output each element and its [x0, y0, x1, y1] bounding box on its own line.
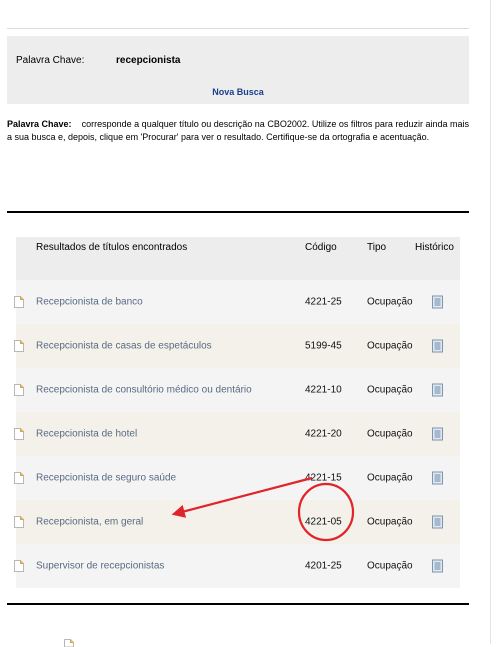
page-icon — [64, 639, 74, 647]
document-list-icon[interactable] — [432, 339, 443, 353]
page-icon — [14, 560, 24, 572]
table-row[interactable]: Recepcionista de banco 4221-25 Ocupação — [14, 280, 460, 324]
result-title-link[interactable]: Recepcionista de casas de espetáculos — [36, 341, 212, 352]
search-summary-panel: Palavra Chave: recepcionista Nova Busca — [7, 36, 469, 104]
page-icon — [14, 472, 24, 484]
help-description: corresponde a qualquer título ou descriç… — [7, 119, 469, 142]
result-code: 4221-05 — [305, 516, 342, 528]
page-icon — [14, 428, 24, 440]
result-code: 4221-10 — [305, 384, 342, 396]
document-list-icon[interactable] — [432, 515, 443, 529]
keyword-label: Palavra Chave: — [16, 55, 85, 66]
result-type: Ocupação — [367, 472, 413, 484]
result-type: Ocupação — [367, 560, 413, 572]
table-row[interactable]: Recepcionista de hotel 4221-20 Ocupação — [14, 412, 460, 456]
document-list-icon[interactable] — [432, 427, 443, 441]
table-row[interactable]: Recepcionista de casas de espetáculos 51… — [14, 324, 460, 368]
page-icon — [14, 296, 24, 308]
table-row[interactable]: Recepcionista, em geral 4221-05 Ocupação — [14, 500, 460, 544]
result-code: 4221-25 — [305, 296, 342, 308]
column-header-type: Tipo — [367, 242, 387, 253]
page-icon — [14, 384, 24, 396]
result-type: Ocupação — [367, 384, 413, 396]
column-header-title: Resultados de títulos encontrados — [36, 242, 188, 253]
result-title-link[interactable]: Recepcionista de banco — [36, 297, 143, 308]
results-table: Resultados de títulos encontrados Código… — [14, 237, 460, 588]
result-title-link[interactable]: Recepcionista de consultório médico ou d… — [36, 385, 252, 396]
result-title-link[interactable]: Recepcionista, em geral — [36, 517, 143, 528]
result-title-link[interactable]: Recepcionista de seguro saúde — [36, 473, 176, 484]
result-code: 4221-15 — [305, 472, 342, 484]
table-row[interactable]: Recepcionista de consultório médico ou d… — [14, 368, 460, 412]
page-icon — [14, 340, 24, 352]
results-bottom-divider — [7, 603, 469, 605]
result-code: 4201-25 — [305, 560, 342, 572]
result-title-link[interactable]: Supervisor de recepcionistas — [36, 561, 164, 572]
result-type: Ocupação — [367, 516, 413, 528]
result-code: 5199-45 — [305, 340, 342, 352]
new-search-link[interactable]: Nova Busca — [7, 87, 469, 97]
document-list-icon[interactable] — [432, 471, 443, 485]
document-list-icon[interactable] — [432, 383, 443, 397]
column-header-code: Código — [305, 242, 337, 253]
keyword-value: recepcionista — [116, 55, 181, 66]
table-row[interactable]: Supervisor de recepcionistas 4201-25 Ocu… — [14, 544, 460, 588]
page-right-border — [490, 0, 491, 644]
page-icon — [14, 516, 24, 528]
column-header-history: Histórico — [415, 242, 454, 253]
document-list-icon[interactable] — [432, 559, 443, 573]
help-text: Palavra Chave: corresponde a qualquer tí… — [7, 118, 469, 143]
table-row[interactable]: Recepcionista de seguro saúde 4221-15 Oc… — [14, 456, 460, 500]
top-divider — [7, 28, 469, 29]
document-list-icon[interactable] — [432, 295, 443, 309]
result-type: Ocupação — [367, 296, 413, 308]
result-title-link[interactable]: Recepcionista de hotel — [36, 429, 137, 440]
result-code: 4221-20 — [305, 428, 342, 440]
result-type: Ocupação — [367, 428, 413, 440]
results-top-divider — [7, 211, 469, 213]
results-header-row: Resultados de títulos encontrados Código… — [16, 237, 460, 280]
result-type: Ocupação — [367, 340, 413, 352]
help-label: Palavra Chave: — [7, 119, 72, 129]
